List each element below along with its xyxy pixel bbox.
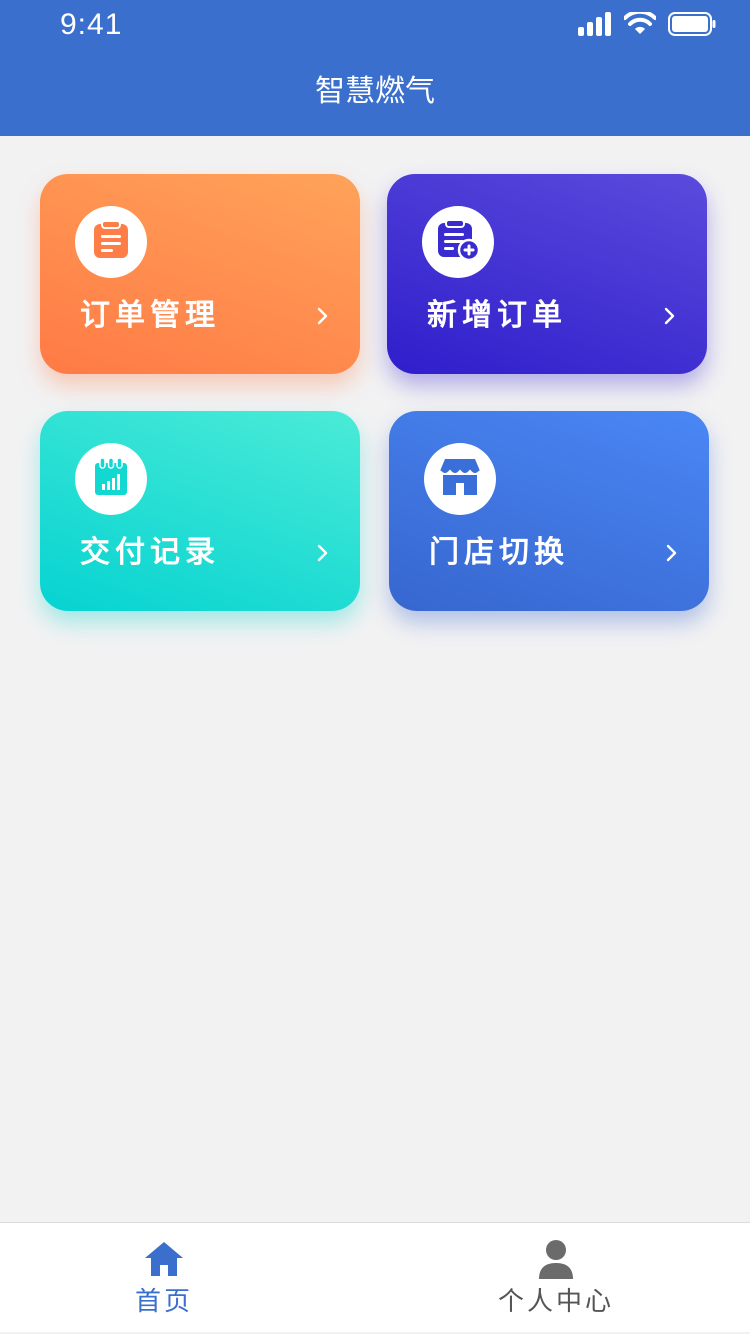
delivery-record-card[interactable]: 交付记录: [40, 411, 360, 611]
signal-icon: [578, 11, 612, 41]
delivery-record-icon: [92, 456, 130, 502]
new-order-icon-circle: [422, 206, 494, 278]
store-icon: [439, 457, 481, 502]
store-switch-label: 门店切换: [429, 536, 569, 569]
app-root: 9:41 智慧燃气 订单管理 新增订单 交付记录 门店切换 首页 个人中心: [0, 0, 750, 1334]
chevron-right-icon: [316, 539, 330, 567]
status-icons: [578, 9, 716, 41]
home-icon: [144, 1239, 184, 1279]
tab-profile[interactable]: 个人中心: [456, 1223, 656, 1333]
page-title: 智慧燃气: [315, 75, 435, 108]
clipboard-icon: [92, 219, 130, 265]
wifi-icon: [623, 9, 657, 41]
order-management-card[interactable]: 订单管理: [40, 174, 360, 374]
new-order-label: 新增订单: [427, 299, 567, 332]
tab-home[interactable]: 首页: [64, 1223, 264, 1333]
tab-home-label: 首页: [134, 1286, 193, 1316]
delivery-record-icon-circle: [75, 443, 147, 515]
battery-icon: [668, 11, 716, 41]
header: 9:41 智慧燃气: [0, 0, 750, 136]
status-time: 9:41: [60, 8, 123, 41]
store-switch-card[interactable]: 门店切换: [389, 411, 709, 611]
new-order-card[interactable]: 新增订单: [387, 174, 707, 374]
chevron-right-icon: [663, 302, 677, 330]
add-order-icon: [436, 218, 481, 267]
chevron-right-icon: [665, 539, 679, 567]
order-management-icon-circle: [75, 206, 147, 278]
bottom-tab-bar: 首页 个人中心: [0, 1222, 750, 1332]
user-icon: [536, 1239, 576, 1279]
chevron-right-icon: [316, 302, 330, 330]
tab-profile-label: 个人中心: [497, 1286, 614, 1316]
delivery-record-label: 交付记录: [80, 536, 220, 569]
store-switch-icon-circle: [424, 443, 496, 515]
order-management-label: 订单管理: [80, 299, 220, 332]
